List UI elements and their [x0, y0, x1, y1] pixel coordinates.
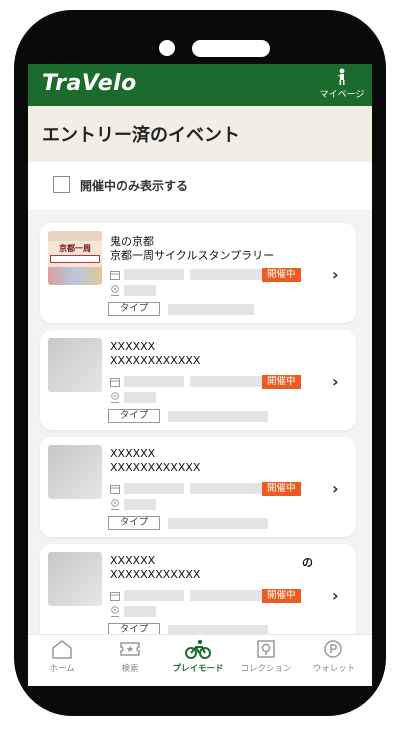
page-title: エントリー済のイベント: [42, 125, 240, 146]
event-card[interactable]: XXXXXX XXXXXXXXXXXX 開催中 タイプ ›: [40, 437, 356, 537]
ongoing-only-checkbox[interactable]: [53, 176, 70, 193]
speaker-grille: [192, 40, 270, 57]
date-placeholder: [190, 376, 262, 387]
date-placeholder: [124, 483, 184, 494]
nav-playmode[interactable]: プレイモード: [164, 639, 232, 674]
bicycle-icon: [185, 639, 211, 659]
location-placeholder: [124, 392, 156, 403]
date-placeholder: [124, 590, 184, 601]
date-placeholder: [124, 269, 184, 280]
calendar-icon: [110, 377, 120, 387]
nav-home-label: ホーム: [49, 664, 75, 674]
date-placeholder: [190, 269, 262, 280]
date-placeholder: [124, 376, 184, 387]
app-header: TraVelo マイページ: [28, 64, 372, 106]
app-screen: TraVelo マイページ エントリー済のイベント 開催中のみ表示する 京都一周…: [28, 64, 372, 686]
date-placeholder: [190, 590, 262, 601]
type-placeholder: [168, 304, 254, 315]
location-pin-icon: [110, 499, 120, 510]
event-title-line1: XXXXXX: [110, 447, 156, 460]
event-thumbnail: [48, 445, 102, 499]
nav-search[interactable]: 検索: [96, 639, 164, 674]
event-title-line2: 京都一周サイクルスタンプラリー: [110, 249, 275, 262]
calendar-icon: [110, 484, 120, 494]
type-chip: タイプ: [108, 409, 160, 423]
status-badge: 開催中: [262, 375, 301, 389]
event-card[interactable]: XXXXXX XXXXXXXXXXXX 開催中 タイプ ›: [40, 330, 356, 430]
status-badge: 開催中: [262, 482, 301, 496]
camera-icon: [159, 40, 175, 56]
location-placeholder: [124, 606, 156, 617]
event-title-line2: XXXXXXXXXXXX: [110, 568, 201, 581]
ticket-icon: [120, 642, 140, 656]
nav-search-label: 検索: [121, 664, 139, 674]
event-title-line1: XXXXXX: [110, 554, 156, 567]
location-pin-icon: [110, 606, 120, 617]
ongoing-only-label[interactable]: 開催中のみ表示する: [80, 177, 188, 194]
nav-wallet-label: ウォレット: [312, 664, 356, 674]
wallet-icon: [324, 640, 342, 658]
collection-icon: [257, 640, 275, 658]
calendar-icon: [110, 591, 120, 601]
person-icon: [338, 68, 345, 85]
type-chip: タイプ: [108, 516, 160, 530]
type-chip: タイプ: [108, 302, 160, 316]
nav-home[interactable]: ホーム: [28, 639, 96, 674]
event-thumbnail: [48, 552, 102, 606]
event-thumbnail: [48, 338, 102, 392]
location-placeholder: [124, 285, 156, 296]
event-title-line1: XXXXXX: [110, 340, 156, 353]
mypage-button[interactable]: マイページ: [318, 68, 366, 100]
title-bar: エントリー済のイベント: [28, 106, 372, 162]
nav-wallet[interactable]: ウォレット: [300, 639, 368, 674]
nav-playmode-label: プレイモード: [172, 664, 224, 674]
event-card[interactable]: XXXXXX の XXXXXXXXXXXX 開催中 タイプ ›: [40, 544, 356, 644]
location-pin-icon: [110, 285, 120, 296]
type-placeholder: [168, 411, 268, 422]
type-placeholder: [168, 518, 268, 529]
nav-collection[interactable]: コレクション: [232, 639, 300, 674]
home-icon: [52, 640, 72, 659]
location-placeholder: [124, 499, 156, 510]
calendar-icon: [110, 270, 120, 280]
location-pin-icon: [110, 392, 120, 403]
bottom-navigation: ホーム 検索 プレイモード コレクション ウォレット: [28, 634, 372, 686]
chevron-right-icon[interactable]: ›: [332, 372, 339, 391]
status-badge: 開催中: [262, 268, 301, 282]
status-badge: 開催中: [262, 589, 301, 603]
app-logo[interactable]: TraVelo: [42, 71, 137, 96]
event-card[interactable]: 京都一周 鬼の京都 京都一周サイクルスタンプラリー 開催中 タイプ ›: [40, 223, 356, 323]
poster-title: 京都一周: [59, 244, 91, 253]
mypage-label: マイページ: [319, 90, 365, 100]
event-title-extra: の: [302, 556, 313, 569]
filter-row: 開催中のみ表示する: [28, 162, 372, 210]
chevron-right-icon[interactable]: ›: [332, 265, 339, 284]
event-poster-image: 京都一周: [48, 231, 102, 285]
nav-collection-label: コレクション: [240, 664, 292, 674]
event-title-line2: XXXXXXXXXXXX: [110, 461, 201, 474]
date-placeholder: [190, 483, 262, 494]
chevron-right-icon[interactable]: ›: [332, 586, 339, 605]
event-title-line2: XXXXXXXXXXXX: [110, 354, 201, 367]
chevron-right-icon[interactable]: ›: [332, 479, 339, 498]
